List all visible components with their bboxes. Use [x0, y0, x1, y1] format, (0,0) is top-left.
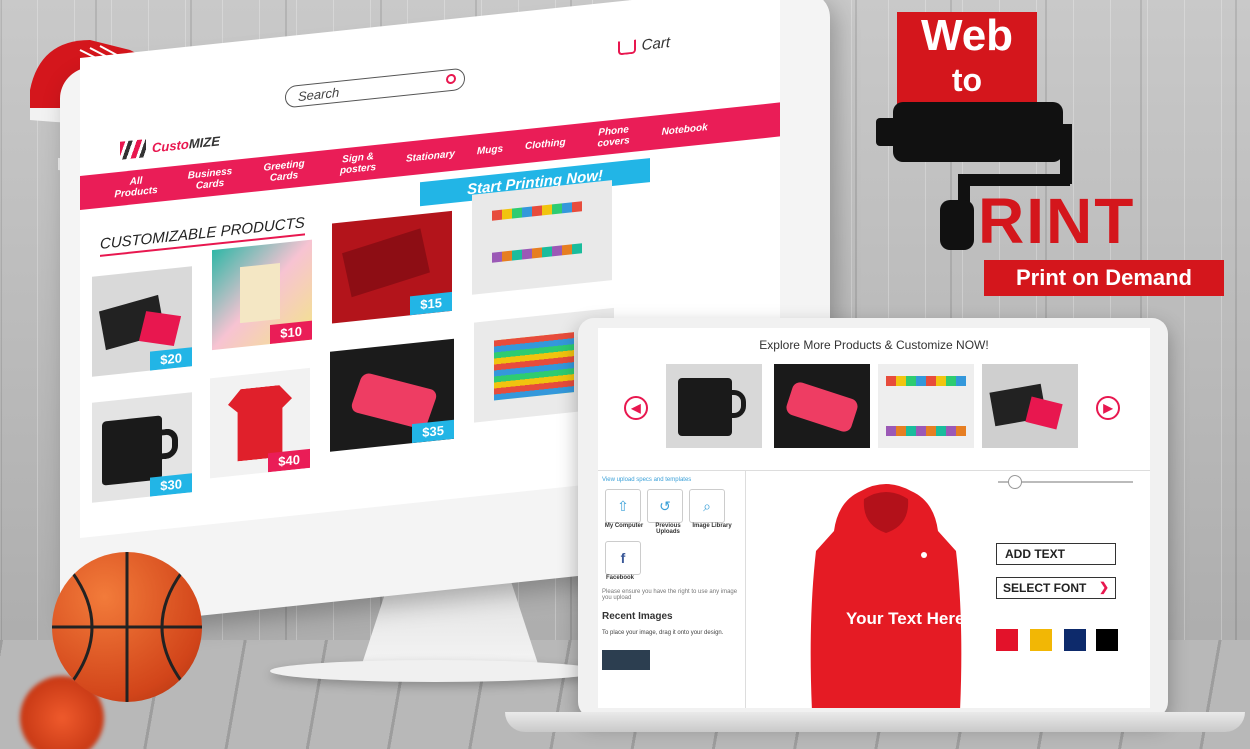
image-library-label: Image Library: [692, 523, 732, 529]
nav-all-products[interactable]: All Products: [110, 173, 162, 200]
image-library-icon[interactable]: ⌕: [689, 489, 725, 523]
logo-text-b: MIZE: [188, 132, 220, 152]
carousel-item-business-card[interactable]: [982, 364, 1078, 448]
laptop-base: [505, 712, 1245, 732]
nav-greeting-cards[interactable]: Greeting Cards: [258, 158, 310, 185]
cart-label: Cart: [641, 33, 670, 54]
customizer-screen: Explore More Products & Customize NOW! ◀…: [598, 328, 1150, 708]
facebook-icon[interactable]: f: [605, 541, 641, 575]
design-canvas: Your Text Here ADD TEXT SELECT FONT ❯: [748, 471, 1150, 708]
brand-line-to: to: [951, 62, 983, 98]
color-swatch-red[interactable]: [996, 629, 1018, 651]
explore-title: Explore More Products & Customize NOW!: [759, 338, 989, 352]
search-icon[interactable]: [446, 73, 456, 85]
product-tile-tshirt[interactable]: $40: [210, 367, 310, 479]
monitor-stand-base: [270, 660, 600, 682]
site-logo[interactable]: CustoMIZE: [120, 131, 220, 160]
select-font-label: SELECT FONT: [1003, 581, 1087, 595]
product-tile-phone-cover[interactable]: $35: [330, 338, 454, 452]
my-computer-label: My Computer: [604, 523, 644, 529]
zoom-slider[interactable]: [998, 475, 1133, 489]
price-badge: $10: [270, 320, 312, 344]
nav-notebook[interactable]: Notebook: [662, 122, 708, 138]
hoodie-custom-text[interactable]: Your Text Here: [846, 609, 964, 629]
previous-uploads-label: Previous Uploads: [655, 523, 681, 535]
select-font-dropdown[interactable]: SELECT FONT ❯: [996, 577, 1116, 599]
facebook-label: Facebook: [606, 575, 635, 581]
brand-tagline: Print on Demand: [984, 260, 1224, 296]
search-placeholder: Search: [298, 84, 340, 105]
chevron-down-icon: ❯: [1098, 580, 1109, 594]
recent-images-title: Recent Images: [602, 611, 673, 622]
price-badge: $40: [268, 448, 310, 473]
nav-clothing[interactable]: Clothing: [525, 136, 566, 151]
zoom-slider-knob[interactable]: [1008, 475, 1022, 489]
upload-panel: View upload specs and templates ⇧ ↺ ⌕ My C…: [598, 471, 746, 708]
paint-roller-body: [893, 102, 1063, 162]
product-tile-business-card[interactable]: $20: [92, 266, 192, 377]
carousel-prev-button[interactable]: ◀: [624, 396, 648, 420]
color-swatch-yellow[interactable]: [1030, 629, 1052, 651]
add-text-button[interactable]: ADD TEXT: [996, 543, 1116, 565]
brand-line-web: Web: [920, 11, 1014, 60]
carousel-item-stationery[interactable]: [878, 364, 974, 448]
color-swatch-black[interactable]: [1096, 629, 1118, 651]
brand-line-rint: RINT: [978, 185, 1136, 257]
carousel-next-button[interactable]: ▶: [1096, 396, 1120, 420]
recent-image-thumbnail[interactable]: [602, 650, 650, 670]
basketball-illustration: [52, 552, 202, 702]
paint-roller-handle: [940, 200, 974, 250]
nav-sign-posters[interactable]: Sign & posters: [332, 150, 384, 177]
cart-icon: [617, 39, 636, 55]
red-hoodie-mockup: [810, 484, 962, 708]
logo-text-a: Custo: [152, 136, 189, 155]
nav-stationary[interactable]: Stationary: [406, 148, 455, 164]
product-tile-poster[interactable]: $15: [332, 210, 452, 324]
carousel-item-phone-cover[interactable]: [774, 364, 870, 448]
rights-note: Please ensure you have the right to use …: [602, 589, 738, 601]
recent-images-hint: To place your image, drag it onto your d…: [602, 630, 724, 636]
price-badge: $30: [150, 473, 192, 497]
price-badge: $15: [410, 291, 452, 316]
carousel-item-mug[interactable]: [666, 364, 762, 448]
nav-business-cards[interactable]: Business Cards: [184, 166, 236, 193]
cart-link[interactable]: Cart: [617, 33, 670, 57]
product-tile-mug[interactable]: $30: [92, 392, 192, 503]
color-swatch-navy[interactable]: [1064, 629, 1086, 651]
previous-uploads-icon[interactable]: ↺: [647, 489, 683, 523]
logo-mark-icon: [120, 139, 146, 160]
product-tile-stationery[interactable]: [472, 180, 612, 295]
nav-phone-covers[interactable]: Phone covers: [588, 123, 640, 150]
upload-icon[interactable]: ⇧: [605, 489, 641, 523]
price-badge: $35: [412, 419, 454, 444]
product-tile-greeting-card[interactable]: $10: [212, 239, 312, 351]
price-badge: $20: [150, 347, 192, 371]
nav-mugs[interactable]: Mugs: [477, 143, 503, 157]
